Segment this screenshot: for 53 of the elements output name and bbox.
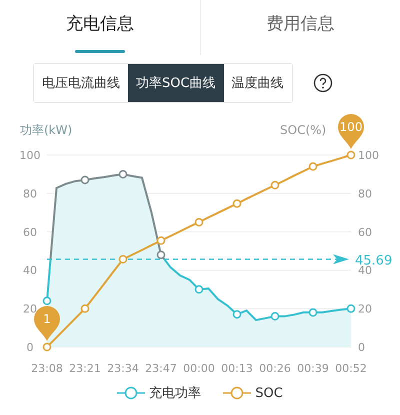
data-point xyxy=(118,170,128,178)
data-point xyxy=(232,310,242,319)
tick-label: 00:00 xyxy=(183,362,215,375)
pin-marker: 100 xyxy=(338,114,364,149)
tick-label: 0 xyxy=(358,341,365,354)
data-point xyxy=(346,304,356,313)
tick-label: 00:52 xyxy=(335,362,367,375)
arrowhead-icon xyxy=(333,254,349,264)
help-icon[interactable] xyxy=(312,73,333,93)
data-point xyxy=(80,176,90,184)
tick-label: 100 xyxy=(20,149,40,162)
tick-label: 23:34 xyxy=(107,362,139,375)
data-point xyxy=(42,342,52,352)
data-point xyxy=(270,180,280,190)
tick-label: 20 xyxy=(23,302,37,316)
data-point xyxy=(346,150,356,160)
legend-line-icon xyxy=(223,386,252,400)
data-point xyxy=(308,308,318,317)
tick-label: 23:08 xyxy=(31,362,63,375)
tick-label: 20 xyxy=(358,302,372,316)
tick-label: 40 xyxy=(23,264,37,278)
data-point xyxy=(118,255,128,264)
data-point xyxy=(232,199,242,208)
tab[interactable]: 充电信息 xyxy=(0,0,200,55)
data-point xyxy=(156,236,166,245)
data-point xyxy=(194,218,204,226)
data-point xyxy=(80,304,90,313)
data-point xyxy=(308,162,318,171)
tick-label: 60 xyxy=(23,226,37,239)
tick-label: 40 xyxy=(358,264,372,278)
axis-title: SOC(%) xyxy=(280,123,326,137)
segment-tab[interactable]: 功率SOC曲线 xyxy=(128,64,224,102)
tick-label: 60 xyxy=(358,226,372,239)
annotation: 100 xyxy=(340,120,362,134)
tick-label: 100 xyxy=(358,149,379,162)
legend-label: 充电功率 xyxy=(149,385,202,402)
tick-label: 00:26 xyxy=(259,362,291,375)
data-point xyxy=(156,250,166,260)
tick-label: 23:47 xyxy=(145,362,177,375)
data-point xyxy=(270,312,280,321)
tick-label: 0 xyxy=(26,341,34,354)
tab[interactable]: 费用信息 xyxy=(200,0,400,55)
axis-title: 功率(kW) xyxy=(20,123,72,137)
legend-label: SOC xyxy=(255,386,283,400)
annotation: 1 xyxy=(43,312,51,326)
tick-label: 80 xyxy=(23,187,37,200)
tick-label: 80 xyxy=(358,187,372,200)
data-point xyxy=(194,285,204,294)
tick-label: 23:21 xyxy=(69,362,101,375)
tick-label: 00:13 xyxy=(221,362,253,375)
tick-label: 00:39 xyxy=(297,362,329,375)
data-point xyxy=(42,296,52,306)
legend-line-icon xyxy=(117,386,146,400)
